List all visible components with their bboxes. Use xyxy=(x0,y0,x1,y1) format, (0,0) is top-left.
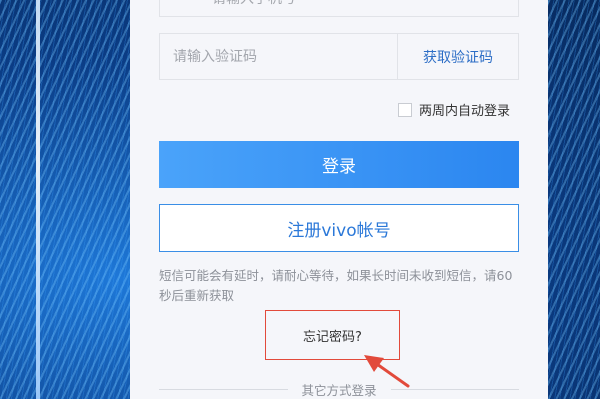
auto-login-option[interactable]: 两周内自动登录 xyxy=(398,100,510,119)
register-button[interactable]: 注册vivo帐号 xyxy=(159,204,519,252)
other-login-label[interactable]: 其它方式登录 xyxy=(288,380,391,399)
forgot-password-link[interactable]: 忘记密码? xyxy=(303,326,362,345)
verification-code-field: 获取验证码 xyxy=(159,33,519,80)
divider-line-left xyxy=(159,388,288,390)
verification-code-input[interactable] xyxy=(160,34,397,79)
other-login-divider: 其它方式登录 xyxy=(159,380,520,399)
get-code-button[interactable]: 获取验证码 xyxy=(398,47,518,67)
sms-delay-note: 短信可能会有延时，请耐心等待，如果长时间未收到短信，请60秒后重新获取 xyxy=(159,268,513,303)
phone-placeholder: 请输入手机号 xyxy=(212,0,296,8)
divider-line-right xyxy=(390,388,520,390)
auto-login-label: 两周内自动登录 xyxy=(419,104,511,119)
background-light-strip xyxy=(36,0,40,399)
phone-field[interactable]: 请输入手机号 xyxy=(159,0,519,17)
checkbox-icon[interactable] xyxy=(398,102,412,117)
login-button[interactable]: 登录 xyxy=(159,141,519,188)
